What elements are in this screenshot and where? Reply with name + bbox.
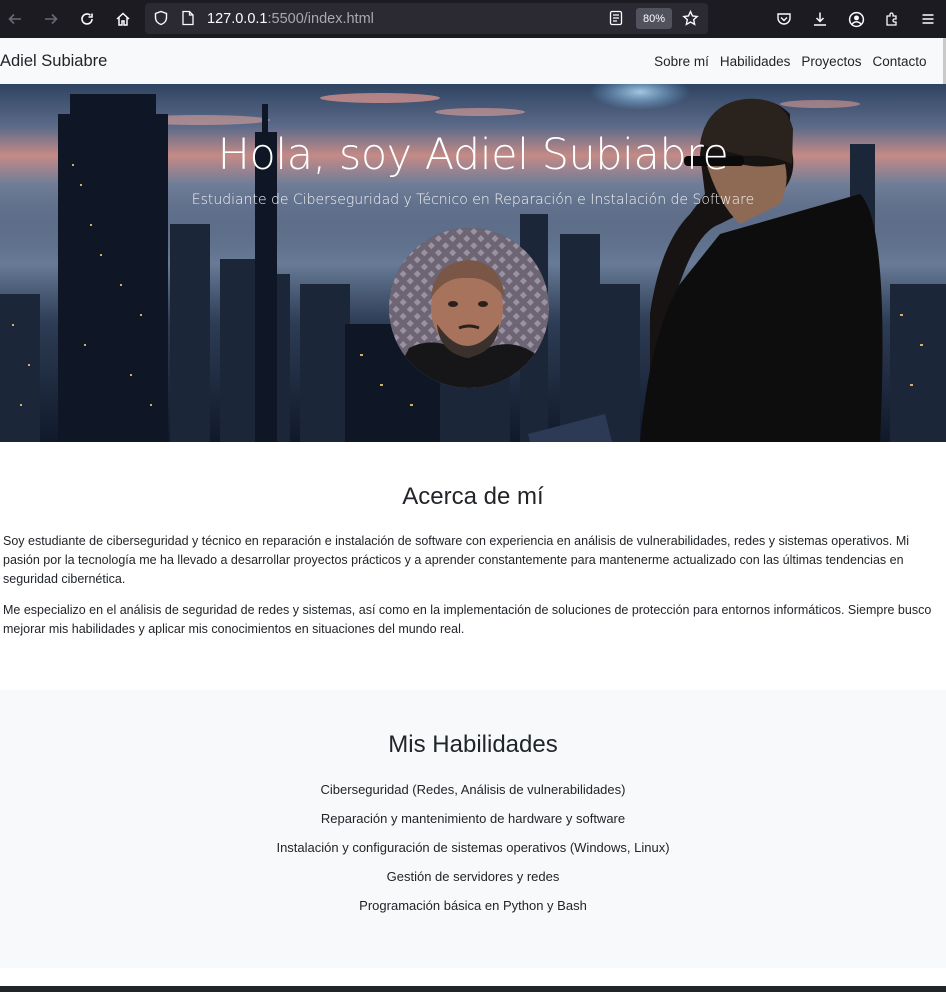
account-button[interactable] bbox=[838, 0, 874, 38]
zoom-level-badge[interactable]: 80% bbox=[636, 8, 672, 29]
account-icon bbox=[848, 11, 864, 27]
pocket-icon bbox=[777, 13, 791, 25]
brand-link[interactable]: Adiel Subiabre bbox=[0, 52, 107, 71]
nav-link-contacto[interactable]: Contacto bbox=[867, 54, 932, 69]
hero-subtitle: Estudiante de Ciberseguridad y Técnico e… bbox=[191, 192, 755, 208]
nav-link-sobre-mi[interactable]: Sobre mí bbox=[649, 54, 715, 69]
reader-view-icon[interactable] bbox=[609, 10, 623, 31]
forward-button[interactable] bbox=[33, 0, 69, 38]
next-section-edge bbox=[0, 986, 946, 992]
profile-avatar bbox=[389, 228, 549, 388]
page-icon[interactable] bbox=[181, 10, 195, 31]
skill-item: Gestión de servidores y redes bbox=[386, 869, 560, 884]
home-icon bbox=[116, 12, 130, 26]
hamburger-menu-icon bbox=[922, 14, 934, 24]
reload-icon bbox=[81, 13, 93, 25]
nav-link-habilidades[interactable]: Habilidades bbox=[714, 54, 796, 69]
about-paragraph-1: Soy estudiante de ciberseguridad y técni… bbox=[3, 534, 910, 586]
pocket-button[interactable] bbox=[766, 0, 802, 38]
hero-title: Hola, soy Adiel Subiabre bbox=[217, 130, 729, 180]
about-heading: Acerca de mí bbox=[402, 483, 544, 510]
nav-link-proyectos[interactable]: Proyectos bbox=[796, 54, 867, 69]
arrow-right-icon bbox=[45, 13, 58, 25]
puzzle-icon bbox=[886, 12, 897, 26]
about-paragraph-2: Me especializo en el análisis de segurid… bbox=[3, 603, 932, 636]
menu-button[interactable] bbox=[910, 0, 946, 38]
skills-heading: Mis Habilidades bbox=[388, 731, 558, 758]
browser-toolbar: 127.0.0.1:5500/index.html 80% bbox=[0, 0, 946, 38]
download-icon bbox=[814, 12, 826, 26]
skill-item: Programación básica en Python y Bash bbox=[359, 898, 587, 913]
skill-item: Reparación y mantenimiento de hardware y… bbox=[320, 811, 626, 826]
back-button[interactable] bbox=[0, 0, 33, 38]
skill-item: Ciberseguridad (Redes, Análisis de vulne… bbox=[320, 782, 626, 797]
skills-list: Ciberseguridad (Redes, Análisis de vulne… bbox=[0, 781, 946, 926]
hero-section: Hola, soy Adiel Subiabre Estudiante de C… bbox=[0, 84, 946, 442]
shield-icon[interactable] bbox=[153, 10, 169, 31]
site-navbar: Adiel Subiabre Sobre mí Habilidades Proy… bbox=[0, 38, 946, 84]
arrow-left-icon bbox=[8, 13, 21, 25]
nav-links: Sobre mí Habilidades Proyectos Contacto bbox=[649, 54, 932, 69]
skill-item: Instalación y configuración de sistemas … bbox=[276, 840, 670, 855]
url-text[interactable]: 127.0.0.1:5500/index.html bbox=[207, 11, 374, 27]
skills-section: Mis Habilidades Ciberseguridad (Redes, A… bbox=[0, 690, 946, 968]
star-icon[interactable] bbox=[682, 9, 699, 32]
reload-button[interactable] bbox=[69, 0, 105, 38]
extensions-button[interactable] bbox=[874, 0, 910, 38]
home-button[interactable] bbox=[105, 0, 141, 38]
url-bar[interactable]: 127.0.0.1:5500/index.html 80% bbox=[145, 3, 708, 34]
about-section: Acerca de mí Soy estudiante de cibersegu… bbox=[0, 442, 946, 690]
downloads-button[interactable] bbox=[802, 0, 838, 38]
